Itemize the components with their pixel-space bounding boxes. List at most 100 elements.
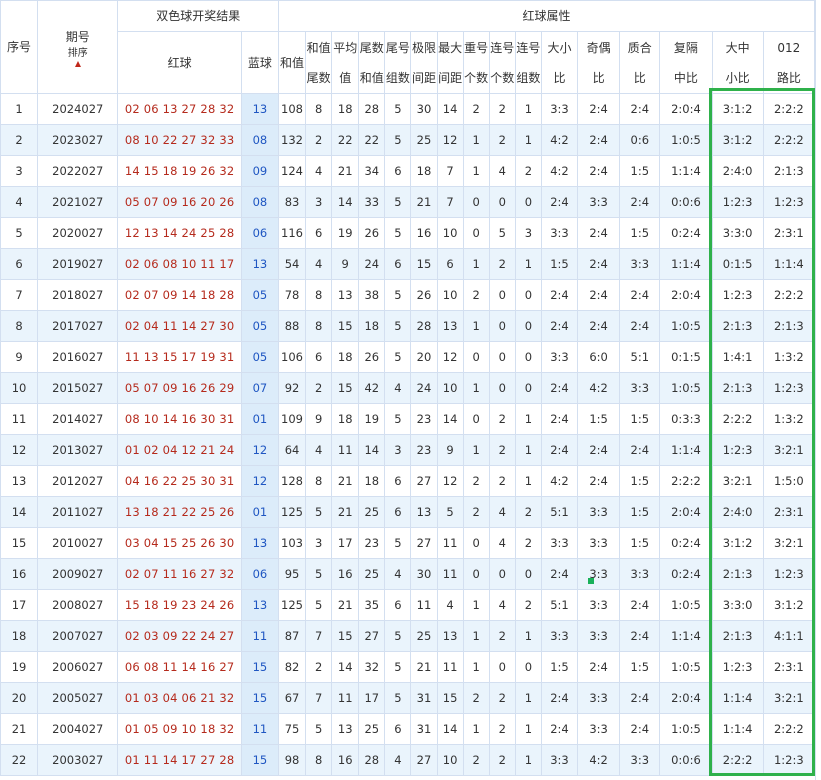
table-cell: 13 xyxy=(410,496,438,528)
header-seq-part: 序号 xyxy=(7,40,32,54)
table-cell: 2:4 xyxy=(577,93,621,125)
table-cell: 2:1:3 xyxy=(711,558,764,590)
table-cell: 6 xyxy=(384,713,412,745)
table-cell: 21 xyxy=(331,155,360,187)
table-cell: 4:2 xyxy=(577,372,621,404)
table-cell: 1:0:5 xyxy=(659,372,713,404)
table-cell: 1:2:3 xyxy=(711,434,764,466)
table-cell: 0 xyxy=(514,341,542,373)
table-row: 14 2011027 13 18 21 22 25 26 01 125 5 21 25 6 13 5… xyxy=(0,496,816,528)
table-cell: 5:1 xyxy=(619,341,661,373)
table-cell: 2 xyxy=(488,465,516,497)
history-table: 序号 期号 排序 双色球开奖结果 红球属性 红球 蓝球 和值 和值 尾数 平均值尾数和… xyxy=(0,0,816,776)
table-cell: 5 xyxy=(488,217,516,249)
table-cell: 23 xyxy=(410,434,438,466)
table-cell: 0 xyxy=(514,558,542,590)
table-cell: 23 xyxy=(410,403,438,435)
table-cell: 2:4 xyxy=(540,279,579,311)
table-cell: 5 xyxy=(384,527,412,559)
header-col-12: 质合比 xyxy=(619,31,661,94)
table-cell: 4:2 xyxy=(540,155,579,187)
table-cell: 1:5 xyxy=(619,403,661,435)
table-cell: 116 xyxy=(277,217,307,249)
table-cell: 2:4 xyxy=(577,155,621,187)
red-balls-cell: 02 03 09 22 24 27 xyxy=(117,620,242,652)
table-cell: 1:0:5 xyxy=(659,713,713,745)
sort-arrow-icon[interactable] xyxy=(74,60,81,67)
table-cell: 2:1:3 xyxy=(711,372,764,404)
table-row: 20 2005027 01 03 04 06 21 32 15 67 7 11 17 5 31 15… xyxy=(0,682,816,714)
table-cell: 98 xyxy=(277,744,307,776)
table-cell: 15 xyxy=(331,372,360,404)
table-cell: 5 xyxy=(305,589,333,621)
table-cell: 19 xyxy=(358,403,386,435)
table-cell: 12 xyxy=(436,124,464,156)
table-cell: 9 xyxy=(436,434,464,466)
blue-ball-cell: 05 xyxy=(240,341,279,373)
table-cell: 5 xyxy=(305,713,333,745)
sort-button[interactable]: 排序 xyxy=(39,48,117,60)
table-cell: 1:2:3 xyxy=(762,558,816,590)
table-cell: 1:5 xyxy=(619,651,661,683)
table-cell: 2 xyxy=(305,372,333,404)
table-cell: 15 xyxy=(0,527,39,559)
blue-ball-cell: 05 xyxy=(240,310,279,342)
table-cell: 23 xyxy=(358,527,386,559)
table-cell: 0:0:6 xyxy=(659,744,713,776)
table-cell: 3:3 xyxy=(577,620,621,652)
table-cell: 31 xyxy=(410,713,438,745)
table-cell: 4 xyxy=(384,558,412,590)
table-cell: 2:4 xyxy=(540,682,579,714)
table-cell: 2:4 xyxy=(540,186,579,218)
blue-ball-cell: 08 xyxy=(240,124,279,156)
table-cell: 27 xyxy=(410,744,438,776)
table-cell: 5 xyxy=(0,217,39,249)
table-cell: 2022027 xyxy=(37,155,119,187)
table-cell: 6 xyxy=(384,465,412,497)
table-cell: 5 xyxy=(305,558,333,590)
table-cell: 0 xyxy=(514,186,542,218)
header-col-part: 复隔 xyxy=(673,40,698,55)
table-cell: 2 xyxy=(488,744,516,776)
table-cell: 5 xyxy=(384,403,412,435)
table-cell: 1:2:3 xyxy=(762,744,816,776)
header-col-part: 间距 xyxy=(411,70,436,85)
table-cell: 2 xyxy=(488,434,516,466)
table-cell: 2:4 xyxy=(619,279,661,311)
table-cell: 11 xyxy=(436,651,464,683)
red-balls-cell: 13 18 21 22 25 26 xyxy=(117,496,242,528)
table-cell: 31 xyxy=(410,682,438,714)
table-cell: 26 xyxy=(410,279,438,311)
table-cell: 2:1:3 xyxy=(762,155,816,187)
table-cell: 106 xyxy=(277,341,307,373)
table-cell: 13 xyxy=(331,279,360,311)
table-cell: 2:4 xyxy=(619,682,661,714)
blue-ball-cell: 01 xyxy=(240,496,279,528)
table-cell: 3:3:0 xyxy=(711,589,764,621)
scroll-edge xyxy=(815,0,821,780)
table-cell: 4 xyxy=(384,744,412,776)
table-cell: 7 xyxy=(305,620,333,652)
table-cell: 6 xyxy=(305,217,333,249)
table-cell: 34 xyxy=(358,155,386,187)
table-cell: 12 xyxy=(436,465,464,497)
table-cell: 2 xyxy=(488,124,516,156)
table-cell: 1:2:3 xyxy=(711,651,764,683)
header-col-10: 大小比 xyxy=(540,31,579,94)
table-cell: 3:3 xyxy=(540,93,579,125)
header-col-part: 大中 xyxy=(725,40,750,55)
table-cell: 125 xyxy=(277,496,307,528)
table-cell: 1:0:5 xyxy=(659,124,713,156)
header-col-7: 重号 个数 xyxy=(462,31,490,94)
blue-ball-cell: 13 xyxy=(240,589,279,621)
table-cell: 75 xyxy=(277,713,307,745)
table-cell: 18 xyxy=(0,620,39,652)
table-cell: 3:3 xyxy=(577,713,621,745)
table-cell: 1:1:4 xyxy=(659,155,713,187)
table-cell: 2:4 xyxy=(540,434,579,466)
table-cell: 8 xyxy=(0,310,39,342)
table-cell: 8 xyxy=(305,279,333,311)
red-balls-cell: 05 07 09 16 26 29 xyxy=(117,372,242,404)
table-cell: 1:0:5 xyxy=(659,651,713,683)
table-cell: 0 xyxy=(488,186,516,218)
